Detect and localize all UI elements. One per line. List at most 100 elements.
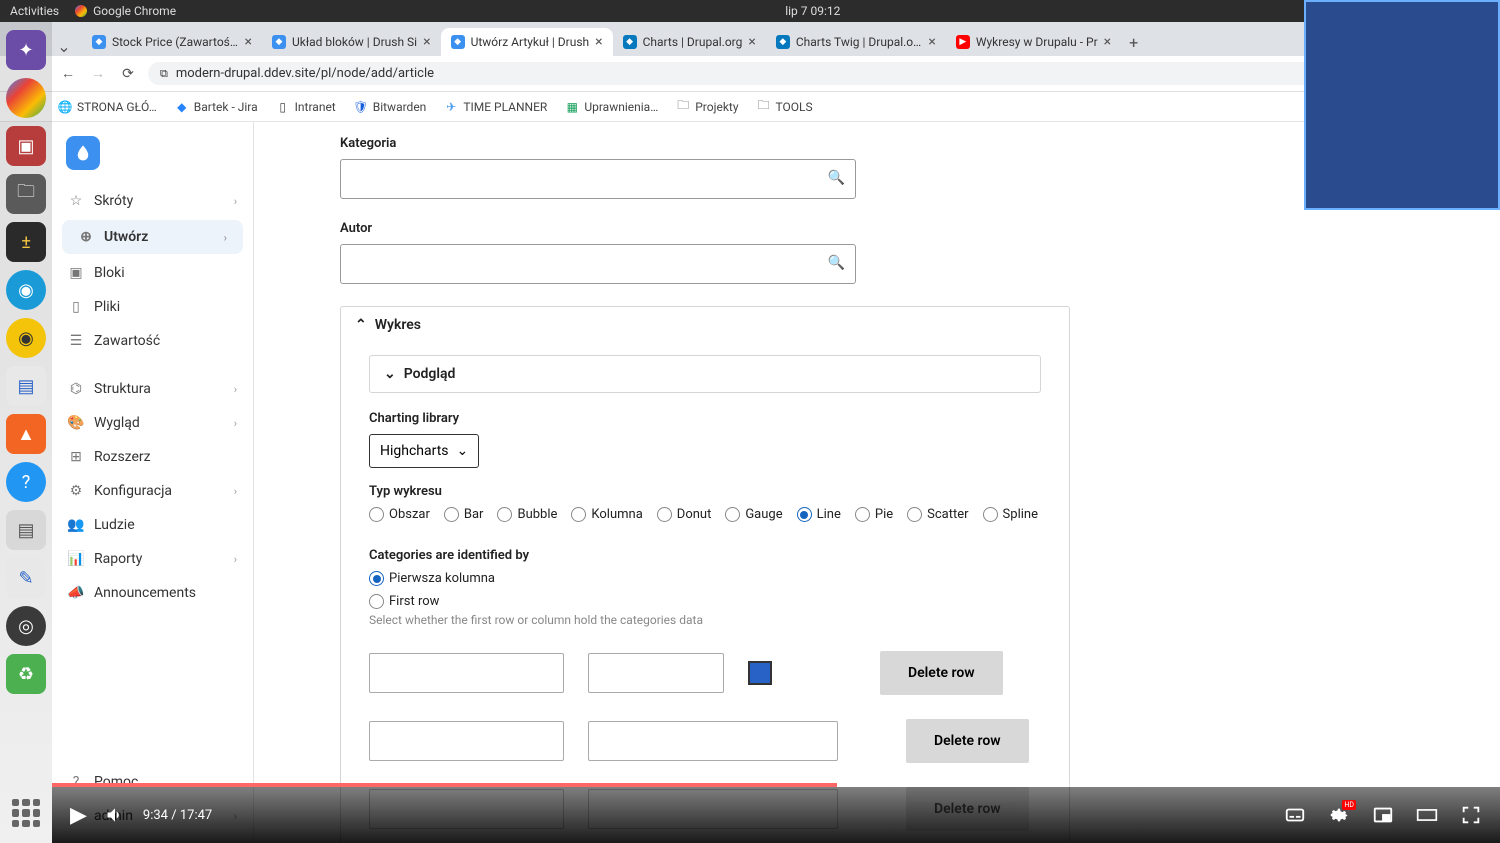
category-input[interactable]: 🔍 [340,159,856,199]
bookmark-timeplanner[interactable]: ✈TIME PLANNER [444,100,547,114]
tab-charts[interactable]: ◆ Charts | Drupal.org × [613,28,766,56]
tab-stock-price[interactable]: ◆ Stock Price (Zawartość) × [82,28,262,56]
settings-icon[interactable]: HD [1328,804,1350,826]
color-swatch[interactable] [748,661,772,685]
radio-line[interactable]: Line [797,507,841,522]
blocks-icon: ▣ [68,265,84,281]
chrome-icon [75,5,87,17]
radio-gauge[interactable]: Gauge [725,507,782,522]
bookmark-strona[interactable]: 🌐STRONA GŁÓ… [58,100,157,114]
radio-first-column[interactable]: Pierwsza kolumna [369,571,1041,586]
radio-donut[interactable]: Donut [657,507,712,522]
bookmark-tools[interactable]: 🗀TOOLS [757,100,813,114]
activities-button[interactable]: Activities [10,4,59,18]
library-select[interactable]: Highcharts ⌄ [369,434,479,468]
sidebar-item-wyglad[interactable]: 🎨Wygląd› [52,406,253,440]
radio-bar[interactable]: Bar [444,507,484,522]
sidebar-item-raporty[interactable]: 📊Raporty› [52,542,253,576]
dock-app-8[interactable]: ▤ [6,366,46,406]
tab-utworz-artykul[interactable]: ◆ Utwórz Artykuł | Drush × [441,28,613,56]
radio-kolumna[interactable]: Kolumna [571,507,642,522]
dock-app-1[interactable]: ✦ [6,30,46,70]
bookmark-projekty[interactable]: 🗀Projekty [676,100,738,114]
delete-row-button[interactable]: Delete row [880,651,1003,695]
close-icon[interactable]: × [423,34,430,50]
data-cell-1-2[interactable] [588,653,724,693]
dock-obs[interactable]: ◎ [6,606,46,646]
sidebar-item-konfiguracja[interactable]: ⚙Konfiguracja› [52,474,253,508]
dock-app-9[interactable]: ▲ [6,414,46,454]
tab-uklad-blokow[interactable]: ◆ Układ bloków | Drush Si × [262,28,441,56]
chrome-indicator[interactable]: Google Chrome [75,4,176,18]
sidebar-item-pliki[interactable]: ▯Pliki [52,290,253,324]
sidebar-item-announcements[interactable]: 📣Announcements [52,576,253,610]
radio-spline[interactable]: Spline [983,507,1038,522]
radio-scatter[interactable]: Scatter [907,507,968,522]
dock-app-14[interactable]: ♻ [6,654,46,694]
globe-icon: 🌐 [58,100,72,114]
dock-app-11[interactable]: ▤ [6,510,46,550]
sidebar-item-struktura[interactable]: ⌬Struktura› [52,372,253,406]
bookmark-jira[interactable]: ◆Bartek - Jira [175,100,258,114]
dock-app-6[interactable]: ◉ [6,270,46,310]
close-icon[interactable]: × [928,34,935,50]
dock-files[interactable]: 🗀 [6,174,46,214]
data-cell-2-2[interactable] [588,721,838,761]
back-button[interactable]: ← [58,65,78,82]
theater-icon[interactable] [1416,804,1438,826]
close-icon[interactable]: × [245,34,252,50]
sidebar-item-utworz[interactable]: ⊕Utwórz› [62,220,243,254]
tab-search-icon[interactable]: ⌄ [52,37,76,56]
dock-app-5[interactable]: ± [6,222,46,262]
delete-row-button[interactable]: Delete row [906,719,1029,763]
reload-button[interactable]: ⟳ [118,66,138,82]
preview-fieldset-toggle[interactable]: ⌄ Podgląd [370,356,1040,392]
page-content: ☆Skróty› ⊕Utwórz› ▣Bloki ▯Pliki ☰Zawarto… [52,122,1500,843]
bookmark-bitwarden[interactable]: 🛡Bitwarden [354,100,427,114]
dock-app-12[interactable]: ✎ [6,558,46,598]
sidebar-item-rozszerz[interactable]: ⊞Rozszerz [52,440,253,474]
new-tab-button[interactable]: + [1121,29,1146,56]
radio-obszar[interactable]: Obszar [369,507,430,522]
close-icon[interactable]: × [748,34,755,50]
folder-icon: 🗀 [676,100,690,114]
site-info-icon[interactable]: ⧉ [160,67,168,81]
chart-fieldset-toggle[interactable]: ⌃ Wykres [341,307,1069,343]
close-icon[interactable]: × [595,34,602,50]
dock-chrome[interactable] [6,78,46,118]
tab-charts-twig[interactable]: ◆ Charts Twig | Drupal.org × [766,28,946,56]
bookmark-intranet[interactable]: ▯Intranet [276,100,336,114]
data-cell-1-1[interactable] [369,653,564,693]
play-button[interactable]: ▶ [70,803,87,828]
radio-bubble[interactable]: Bubble [497,507,557,522]
clock[interactable]: lip 7 09:12 [785,4,840,18]
sidebar-item-zawartosc[interactable]: ☰Zawartość [52,324,253,358]
volume-icon[interactable] [105,805,125,825]
address-bar[interactable]: ⧉ modern-drupal.ddev.site/pl/node/add/ar… [148,62,1383,85]
dock-terminal[interactable]: ▣ [6,126,46,166]
miniplayer-icon[interactable] [1372,804,1394,826]
subtitles-icon[interactable] [1284,804,1306,826]
sidebar-item-bloki[interactable]: ▣Bloki [52,256,253,290]
sidebar-item-ludzie[interactable]: 👥Ludzie [52,508,253,542]
bookmark-uprawnienia[interactable]: ▦Uprawnienia… [565,100,658,114]
data-cell-2-1[interactable] [369,721,564,761]
drupal-logo[interactable] [66,136,100,170]
chevron-right-icon: › [224,231,227,244]
tab-wykresy[interactable]: ▶ Wykresy w Drupalu - Pr × [946,28,1121,56]
author-input[interactable]: 🔍 [340,244,856,284]
url-bar: ← → ⟳ ⧉ modern-drupal.ddev.site/pl/node/… [0,56,1500,92]
dock-app-10[interactable]: ? [6,462,46,502]
extend-icon: ⊞ [68,449,84,465]
dock-app-7[interactable]: ◉ [6,318,46,358]
radio-pie[interactable]: Pie [855,507,893,522]
sidebar-item-skroty[interactable]: ☆Skróty› [52,184,253,218]
people-icon: 👥 [68,517,84,533]
video-player-controls: ▶ 9:34 / 17:47 HD [52,787,1500,843]
radio-first-row[interactable]: First row [369,594,1041,609]
plus-circle-icon: ⊕ [78,229,94,245]
fullscreen-icon[interactable] [1460,804,1482,826]
forward-button[interactable]: → [88,65,108,82]
close-icon[interactable]: × [1104,34,1111,50]
show-apps-icon[interactable] [6,793,46,833]
